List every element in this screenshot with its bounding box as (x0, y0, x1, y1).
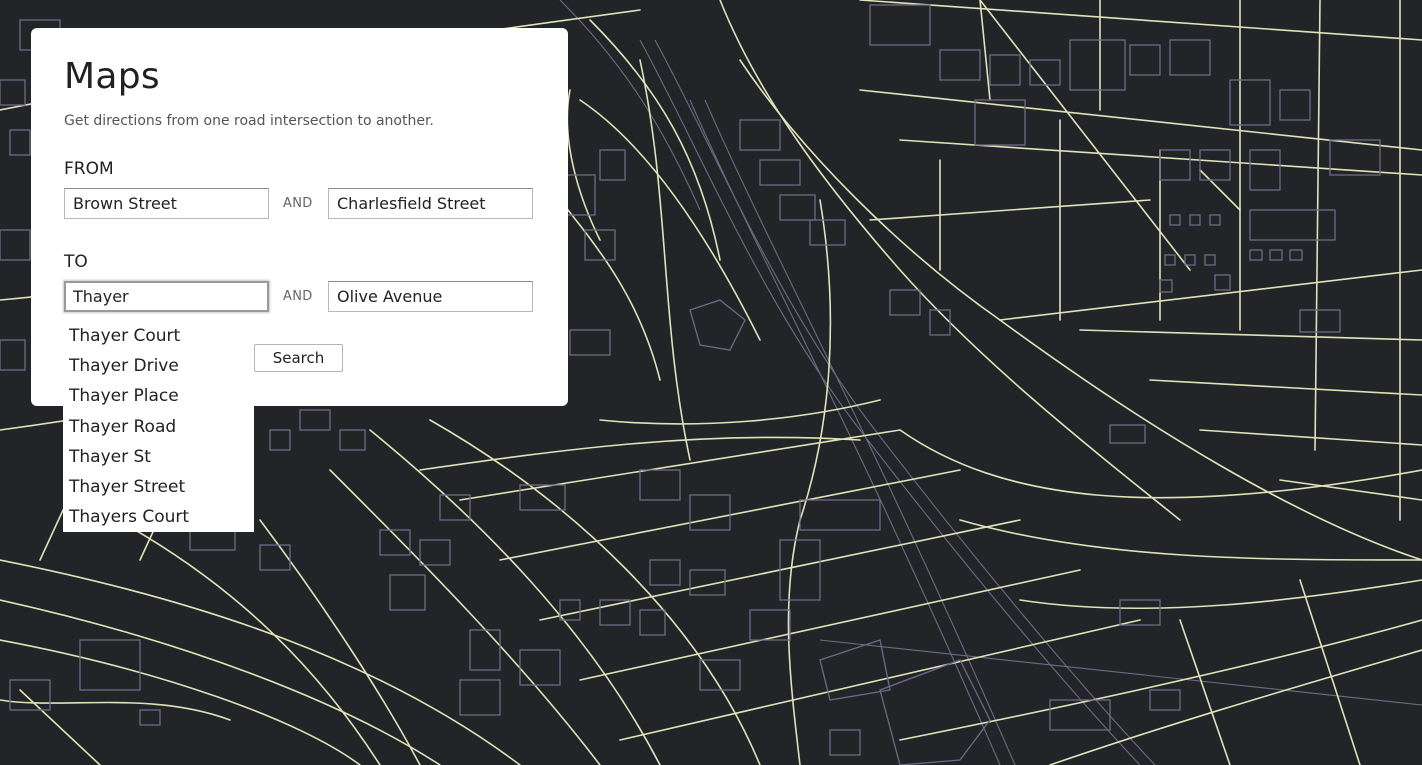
suggestion-item[interactable]: Thayer St (63, 442, 254, 472)
suggestion-item[interactable]: Thayers Court (63, 502, 254, 532)
from-street-2-input[interactable] (328, 188, 533, 219)
from-label: FROM (64, 159, 114, 179)
to-street-2-input[interactable] (328, 281, 533, 312)
from-and-label: AND (283, 196, 313, 211)
to-label: TO (64, 252, 88, 272)
to-street-1-input[interactable] (64, 281, 269, 312)
from-street-1-input[interactable] (64, 188, 269, 219)
suggestion-item[interactable]: Thayer Court (63, 321, 254, 351)
suggestion-item[interactable]: Thayer Road (63, 412, 254, 442)
autocomplete-suggestions: Thayer Court Thayer Drive Thayer Place T… (63, 321, 254, 533)
suggestion-item[interactable]: Thayer Place (63, 381, 254, 411)
suggestion-item[interactable]: Thayer Drive (63, 351, 254, 381)
railway-lines (559, 0, 1422, 765)
search-button[interactable]: Search (254, 344, 343, 372)
page-title: Maps (64, 56, 160, 97)
suggestion-item[interactable]: Thayer Street (63, 472, 254, 502)
to-and-label: AND (283, 289, 313, 304)
page-subtitle: Get directions from one road intersectio… (64, 113, 434, 129)
